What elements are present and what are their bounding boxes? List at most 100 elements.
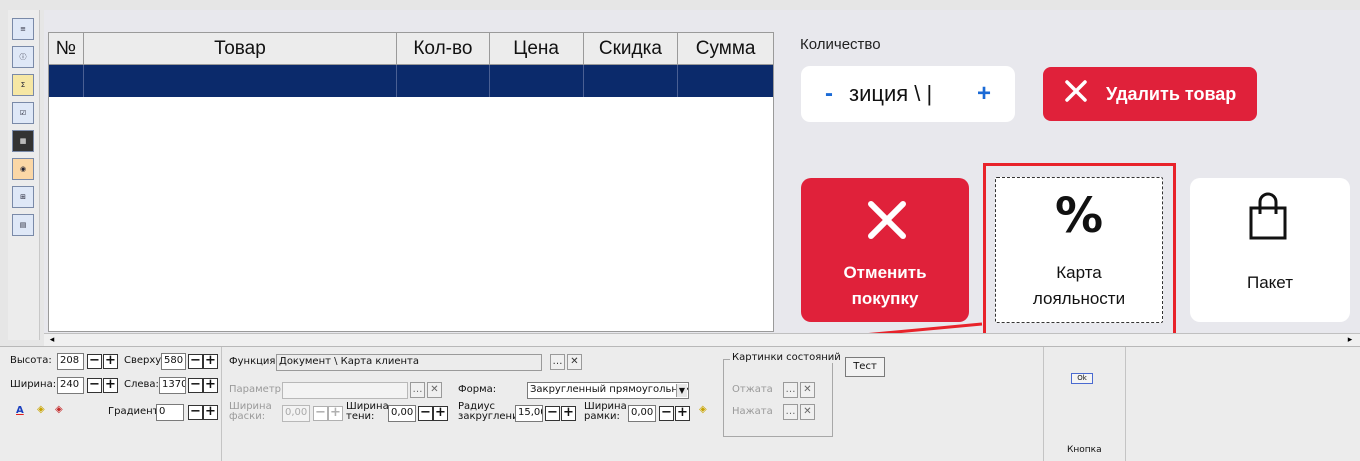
radius-decrement[interactable]: − — [545, 406, 560, 421]
state-pictures-group — [723, 359, 833, 437]
frame-width-field[interactable]: 0,00 — [628, 405, 656, 422]
column-header-discount[interactable]: Скидка — [584, 33, 679, 64]
state-pictures-label: Картинки состояний — [730, 352, 843, 363]
width-decrement[interactable]: − — [87, 378, 102, 393]
column-header-number[interactable]: № — [49, 33, 84, 64]
divider — [1125, 347, 1126, 461]
left-decrement[interactable]: − — [188, 378, 203, 393]
cancel-purchase-button[interactable]: Отменить покупку — [801, 178, 969, 322]
parameter-field[interactable] — [282, 382, 408, 399]
shadow-increment[interactable]: + — [433, 406, 448, 421]
height-increment[interactable]: + — [103, 354, 118, 369]
parameter-browse-button[interactable]: … — [410, 382, 425, 398]
gradient-color-icon[interactable]: ◈ — [55, 404, 63, 415]
shopping-bag-icon — [1249, 192, 1287, 240]
top-label: Сверху: — [124, 355, 165, 366]
form-select-value: Закругленный прямоугольник — [530, 384, 689, 395]
close-icon — [868, 201, 906, 239]
document-list-icon[interactable]: ≡ — [12, 18, 34, 40]
delete-item-button[interactable]: Удалить товар — [1043, 67, 1257, 121]
quantity-minus-button[interactable]: - — [825, 80, 833, 108]
gradient-field[interactable]: 0 — [156, 404, 184, 421]
record-icon[interactable]: ◉ — [12, 158, 34, 180]
table-header: № Товар Кол-во Цена Скидка Сумма — [49, 33, 773, 65]
tree-icon[interactable]: ⊞ — [12, 186, 34, 208]
editor-window: ≡ ⓘ Σ ☑ ▦ ◉ ⊞ ▤ № Товар Кол-во Цена Скид… — [0, 0, 1360, 461]
test-button[interactable]: Тест — [845, 357, 885, 377]
chevron-down-icon[interactable]: ▼ — [676, 384, 687, 397]
pressed-clear-button[interactable]: ✕ — [800, 404, 815, 420]
preview-ok-button[interactable]: Ok — [1071, 373, 1093, 384]
sum-icon[interactable]: Σ — [12, 74, 34, 96]
fill-color-icon[interactable]: ◈ — [37, 404, 45, 415]
radius-increment[interactable]: + — [561, 406, 576, 421]
parameter-clear-button[interactable]: ✕ — [427, 382, 442, 398]
width-increment[interactable]: + — [103, 378, 118, 393]
properties-panel: Высота: 208 − + Сверху: 580 − + Ширина: … — [0, 346, 1360, 461]
gradient-increment[interactable]: + — [203, 405, 218, 420]
top-increment[interactable]: + — [203, 354, 218, 369]
gradient-decrement[interactable]: − — [188, 405, 203, 420]
width-field[interactable]: 240 — [57, 377, 84, 394]
checklist-icon[interactable]: ☑ — [12, 102, 34, 124]
height-label: Высота: — [10, 355, 52, 366]
font-color-icon[interactable]: A — [16, 405, 24, 416]
scroll-left-icon[interactable]: ◂ — [46, 335, 58, 345]
info-3091-icon[interactable]: ⓘ — [12, 46, 34, 68]
height-decrement[interactable]: − — [87, 354, 102, 369]
bevel-increment[interactable]: + — [328, 406, 343, 421]
function-label: Функция: — [229, 356, 279, 367]
bag-label: Пакет — [1247, 273, 1293, 292]
shadow-width-field[interactable]: 0,00 — [388, 405, 416, 422]
horizontal-scrollbar[interactable]: ◂ ▸ — [44, 333, 1360, 346]
bevel-width-label: Ширина фаски: — [229, 401, 272, 422]
frame-increment[interactable]: + — [675, 406, 690, 421]
released-browse-button[interactable]: … — [783, 382, 798, 398]
function-browse-button[interactable]: … — [550, 354, 565, 370]
preview-caption: Кнопка — [1067, 445, 1102, 455]
form-select[interactable]: Закругленный прямоугольник ▼ — [527, 382, 689, 399]
left-field[interactable]: 1370 — [159, 377, 186, 394]
bevel-decrement[interactable]: − — [313, 406, 328, 421]
divider — [221, 347, 222, 461]
quantity-value: зиция \ | — [849, 81, 933, 106]
column-header-price[interactable]: Цена — [490, 33, 584, 64]
function-field[interactable]: Документ \ Карта клиента — [276, 354, 542, 371]
form-label: Форма: — [458, 384, 497, 395]
cancel-purchase-label: Отменить покупку — [843, 263, 927, 308]
goods-table: № Товар Кол-во Цена Скидка Сумма — [48, 32, 774, 332]
bag-button[interactable]: Пакет — [1190, 178, 1350, 322]
document-barcode-icon[interactable]: ▤ — [12, 214, 34, 236]
quantity-label: Количество — [800, 36, 881, 53]
frame-decrement[interactable]: − — [659, 406, 674, 421]
divider — [1043, 347, 1044, 461]
shadow-decrement[interactable]: − — [418, 406, 433, 421]
column-header-quantity[interactable]: Кол-во — [397, 33, 490, 64]
pressed-browse-button[interactable]: … — [783, 404, 798, 420]
scroll-right-icon[interactable]: ▸ — [1344, 335, 1356, 345]
quantity-stepper[interactable]: - зиция \ | + — [801, 66, 1015, 122]
close-icon — [1065, 80, 1087, 102]
corner-radius-field[interactable]: 15,00 — [515, 405, 543, 422]
column-header-sum[interactable]: Сумма — [678, 33, 773, 64]
function-clear-button[interactable]: ✕ — [567, 354, 582, 370]
pressed-label: Нажата — [732, 406, 773, 417]
left-increment[interactable]: + — [203, 378, 218, 393]
bevel-width-field[interactable]: 0,00 — [282, 405, 310, 422]
gradient-label: Градиент: — [108, 406, 162, 417]
loyalty-highlight — [983, 163, 1176, 343]
top-decrement[interactable]: − — [188, 354, 203, 369]
width-label: Ширина: — [10, 379, 57, 390]
top-field[interactable]: 580 — [161, 353, 186, 370]
height-field[interactable]: 208 — [57, 353, 84, 370]
delete-item-label: Удалить товар — [1106, 83, 1237, 104]
column-header-product[interactable]: Товар — [84, 33, 398, 64]
quantity-plus-button[interactable]: + — [977, 80, 991, 108]
tool-palette: ≡ ⓘ Σ ☑ ▦ ◉ ⊞ ▤ — [8, 10, 40, 340]
left-label: Слева: — [124, 379, 159, 390]
film-icon[interactable]: ▦ — [12, 130, 34, 152]
released-label: Отжата — [732, 384, 773, 395]
table-row[interactable] — [49, 65, 773, 97]
released-clear-button[interactable]: ✕ — [800, 382, 815, 398]
frame-color-icon[interactable]: ◈ — [699, 404, 707, 415]
